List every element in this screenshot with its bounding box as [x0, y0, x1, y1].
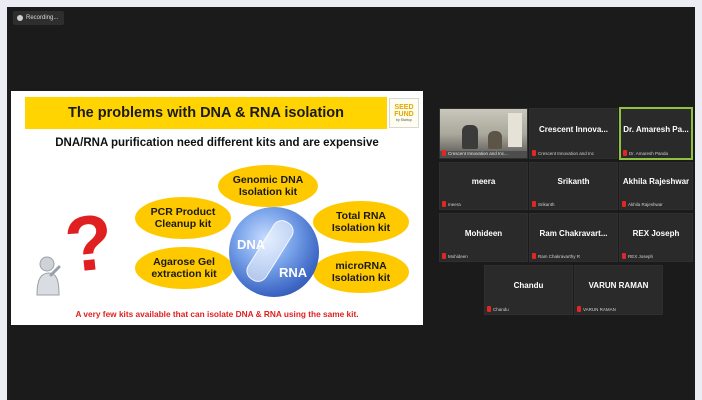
microrna-kit: microRNA Isolation kit — [313, 251, 409, 293]
total-rna-kit-label: Total RNA Isolation kit — [331, 210, 391, 234]
muted-mic-icon — [622, 201, 626, 207]
participant-tile[interactable]: meera meera — [439, 162, 528, 210]
participant-name-tag: Crescent Innovation and Inc... — [442, 149, 508, 157]
participant-video-tile[interactable]: Crescent Innovation and Inc... — [439, 108, 528, 159]
muted-mic-icon — [532, 253, 536, 259]
participant-name-tag: Srikanth — [532, 200, 555, 208]
dna-label: DNA — [237, 237, 266, 252]
video-person — [488, 131, 502, 149]
slide-subtitle: DNA/RNA purification need different kits… — [55, 137, 379, 149]
slide-footer-note: A very few kits available that can isola… — [75, 309, 359, 319]
participant-name: Crescent Innovation and Inc... — [448, 150, 508, 156]
participant-name-tag: meera — [442, 200, 461, 208]
agarose-gel-kit-label: Agarose Gel extraction kit — [151, 256, 217, 280]
muted-mic-icon — [623, 150, 627, 156]
microrna-kit-label: microRNA Isolation kit — [331, 260, 391, 284]
participant-tile-active-speaker[interactable]: Dr. Amaresh Pa... Dr. Amaresh Panda — [619, 107, 693, 160]
participant-display-name: Akhila Rajeshwar — [622, 177, 690, 186]
participant-tile[interactable]: REX Joseph REX Joseph — [619, 213, 693, 262]
logo-line-1: SEED — [394, 103, 414, 111]
participant-tile[interactable]: Crescent Innova... Crescent Innovation a… — [529, 108, 618, 159]
recording-icon — [17, 15, 23, 21]
participant-display-name: Srikanth — [557, 177, 590, 186]
total-rna-kit: Total RNA Isolation kit — [313, 201, 409, 243]
agarose-gel-kit: Agarose Gel extraction kit — [135, 247, 233, 289]
dna-rna-tube-graphic: DNA RNA — [229, 207, 319, 297]
shared-slide: The problems with DNA & RNA isolation SE… — [11, 91, 423, 325]
participant-display-name: Dr. Amaresh Pa... — [623, 124, 689, 134]
rna-label: RNA — [279, 265, 308, 280]
muted-mic-icon — [577, 306, 581, 312]
participant-name: Akhila Rajeshwar — [628, 201, 663, 207]
recording-label: Recording... — [26, 15, 59, 21]
participant-name: Chandu — [493, 306, 509, 312]
participant-display-name: Crescent Innova... — [539, 124, 608, 134]
participant-name-tag: REX Joseph — [622, 252, 653, 260]
participant-name-tag: Crescent Innovation and Inc — [532, 149, 594, 157]
participant-name: REX Joseph — [628, 253, 654, 259]
meeting-window: Recording... The problems with DNA & RNA… — [7, 7, 695, 400]
participant-name: meera — [448, 201, 461, 207]
pcr-cleanup-kit-label: PCR Product Cleanup kit — [150, 206, 216, 230]
seed-fund-logo: SEED FUND by Startup — [389, 98, 419, 128]
participant-tile[interactable]: Ram Chakravart... Ram Chakravarthy R — [529, 213, 618, 262]
participant-display-name: Mohideen — [464, 228, 503, 238]
participant-tile[interactable]: Srikanth Srikanth — [529, 162, 618, 210]
muted-mic-icon — [442, 201, 446, 207]
genomic-dna-kit: Genomic DNA Isolation kit — [218, 165, 318, 207]
participant-name-tag: Ram Chakravarthy R — [532, 252, 580, 260]
slide-title: The problems with DNA & RNA isolation — [67, 105, 345, 121]
participant-name: Ram Chakravarthy R — [538, 253, 581, 259]
muted-mic-icon — [622, 253, 626, 259]
question-mark-icon: ? — [60, 196, 118, 290]
muted-mic-icon — [532, 150, 536, 156]
genomic-dna-kit-label: Genomic DNA Isolation kit — [232, 174, 304, 198]
participant-name-tag: Akhila Rajeshwar — [622, 200, 663, 208]
participant-name: VARUN RAMAN — [583, 306, 616, 312]
logo-line-3: by Startup — [396, 117, 412, 122]
muted-mic-icon — [532, 201, 536, 207]
participant-name: Crescent Innovation and Inc — [538, 150, 595, 156]
participant-display-name: meera — [471, 177, 496, 186]
participant-name-tag: Mohideen — [442, 252, 468, 260]
muted-mic-icon — [442, 253, 446, 259]
muted-mic-icon — [442, 150, 446, 156]
participant-tile[interactable]: Akhila Rajeshwar Akhila Rajeshwar — [619, 162, 693, 210]
participant-display-name: VARUN RAMAN — [588, 281, 649, 290]
participant-name: Srikanth — [538, 201, 555, 207]
slide-title-bar: The problems with DNA & RNA isolation — [25, 97, 387, 129]
video-feed — [440, 109, 527, 151]
participant-name-tag: VARUN RAMAN — [577, 305, 616, 313]
participant-tile[interactable]: Chandu Chandu — [484, 265, 573, 315]
participant-tile[interactable]: Mohideen Mohideen — [439, 213, 528, 262]
video-person — [462, 125, 478, 149]
participant-name-tag: Chandu — [487, 305, 509, 313]
participant-tile[interactable]: VARUN RAMAN VARUN RAMAN — [574, 265, 663, 315]
thinking-figure-icon — [36, 256, 61, 296]
participant-display-name: Ram Chakravart... — [539, 228, 608, 238]
video-background — [508, 113, 522, 147]
participant-name: Dr. Amaresh Panda — [629, 150, 669, 156]
participant-name: Mohideen — [448, 253, 468, 259]
logo-line-2: FUND — [394, 110, 414, 118]
question-illustration: ? — [25, 197, 135, 299]
participant-display-name: REX Joseph — [632, 228, 680, 238]
recording-indicator[interactable]: Recording... — [13, 11, 65, 25]
muted-mic-icon — [487, 306, 491, 312]
participant-display-name: Chandu — [513, 281, 544, 290]
pcr-cleanup-kit: PCR Product Cleanup kit — [135, 197, 231, 239]
participant-name-tag: Dr. Amaresh Panda — [623, 149, 668, 157]
